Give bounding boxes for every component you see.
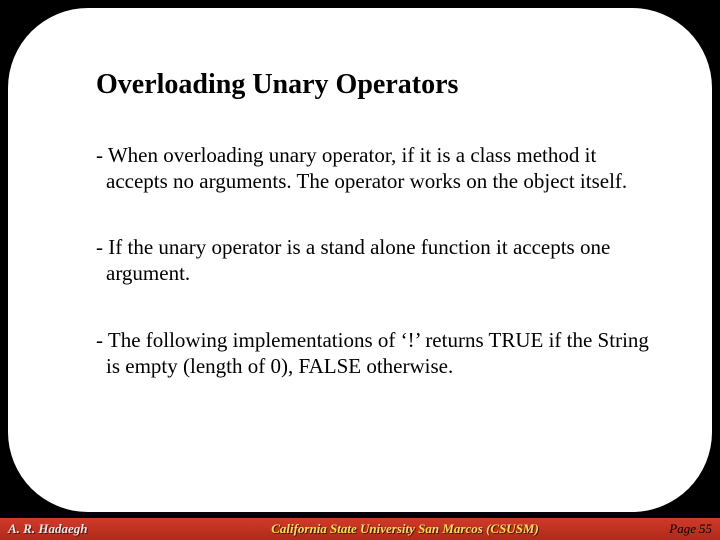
footer-page-label: Page — [669, 521, 696, 536]
footer-page-number: 55 — [699, 521, 712, 536]
slide: Overloading Unary Operators - When overl… — [0, 0, 720, 540]
paragraph-2: - If the unary operator is a stand alone… — [96, 234, 652, 287]
paragraph-3: - The following implementations of ‘!’ r… — [96, 327, 652, 380]
body-text: - When overloading unary operator, if it… — [96, 142, 652, 380]
footer-affiliation: California State University San Marcos (… — [188, 521, 622, 537]
footer-page: Page55 — [622, 521, 712, 537]
footer-author: A. R. Hadaegh — [8, 521, 188, 537]
content-area: Overloading Unary Operators - When overl… — [8, 8, 712, 512]
slide-title: Overloading Unary Operators — [96, 68, 652, 102]
footer-bar: A. R. Hadaegh California State Universit… — [0, 518, 720, 540]
paragraph-1: - When overloading unary operator, if it… — [96, 142, 652, 195]
